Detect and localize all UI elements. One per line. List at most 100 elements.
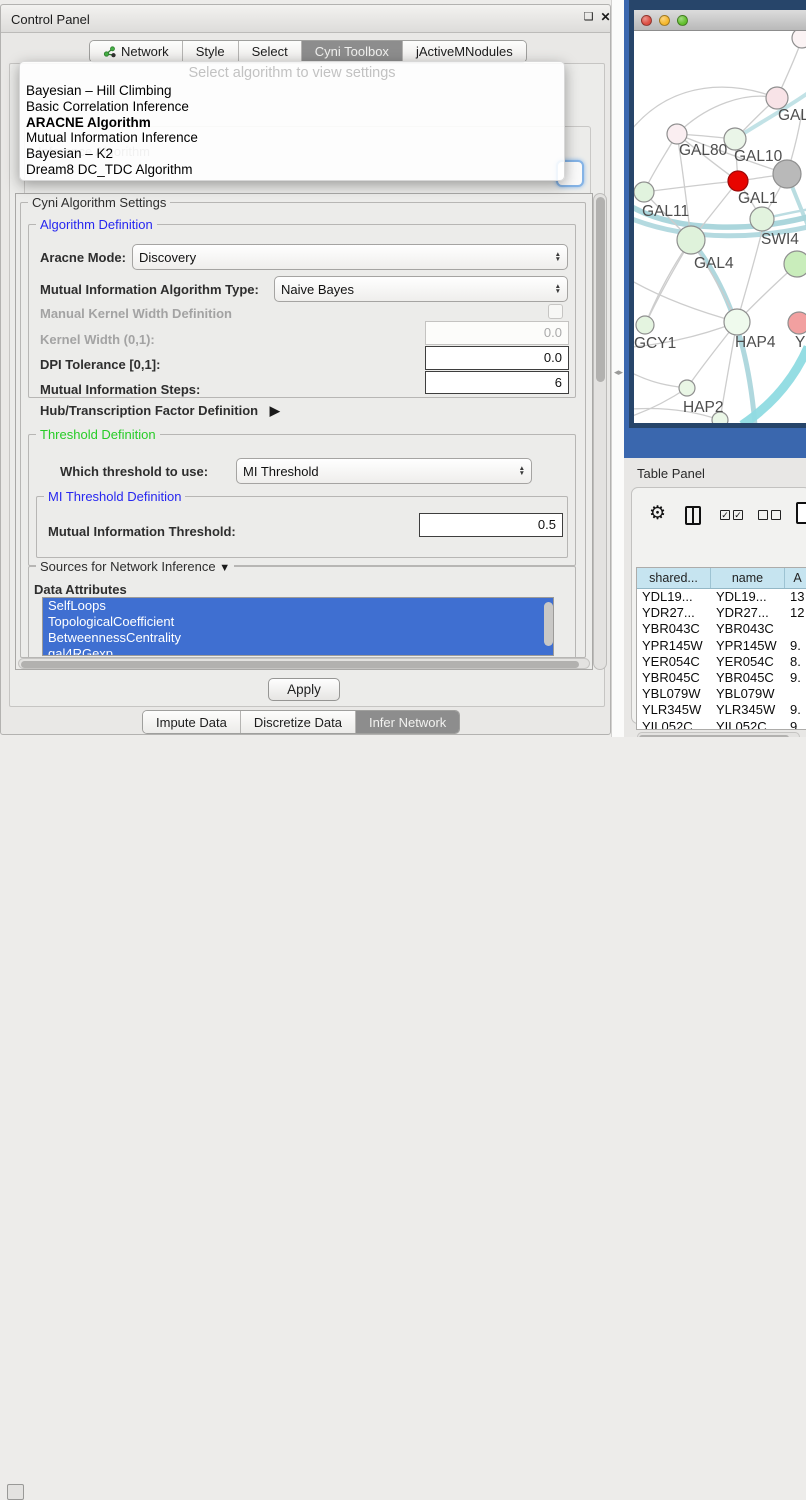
table-header-row[interactable]: shared...nameA: [637, 568, 806, 589]
table-row[interactable]: YDR27...YDR27...12: [637, 605, 806, 621]
minimized-window-icon[interactable]: [7, 1484, 24, 1500]
tab-jactivemnodules[interactable]: jActiveMNodules: [403, 41, 526, 62]
column-header-3[interactable]: A: [785, 568, 806, 588]
attribute-list-item[interactable]: SelfLoops: [43, 598, 553, 614]
column-header-2[interactable]: name: [711, 568, 785, 588]
cyni-algorithm-settings-title: Cyni Algorithm Settings: [28, 195, 170, 210]
network-node-gal10[interactable]: [724, 128, 746, 150]
table-cell: YDL19...: [711, 589, 785, 605]
attribute-list-item[interactable]: gal4RGexp: [43, 646, 553, 656]
network-node-swi4[interactable]: [750, 207, 774, 231]
table-row[interactable]: YBR043CYBR043C: [637, 621, 806, 637]
mi-steps-input[interactable]: 6: [425, 371, 569, 394]
checked-checkbox-icon[interactable]: ✓: [733, 510, 743, 520]
combo-arrows-icon: ▲▼: [555, 252, 561, 263]
node-label: SWI4: [761, 231, 799, 248]
dropdown-item[interactable]: ARACNE Algorithm: [20, 115, 564, 131]
table-panel-title: Table Panel: [637, 466, 705, 481]
aracne-mode-combobox[interactable]: Discovery ▲▼: [132, 244, 568, 270]
expand-right-icon[interactable]: ▶: [270, 403, 280, 419]
attribute-list-item[interactable]: TopologicalCoefficient: [43, 614, 553, 630]
tab-discretize-data[interactable]: Discretize Data: [241, 711, 356, 733]
column-layout-icon[interactable]: [685, 506, 701, 525]
data-attributes-label: Data Attributes: [34, 582, 127, 597]
aracne-mode-label: Aracne Mode:: [40, 250, 126, 265]
table-row[interactable]: YBR045CYBR045C9.: [637, 670, 806, 686]
control-panel-tabbar: NetworkStyleSelectCyni ToolboxjActiveMNo…: [89, 40, 527, 63]
tab-label: Discretize Data: [254, 715, 342, 730]
apply-button[interactable]: Apply: [268, 678, 340, 701]
settings-vscroll-track[interactable]: [593, 193, 607, 670]
table-row[interactable]: YBL079WYBL079W: [637, 686, 806, 702]
node-label: GAL1: [738, 190, 778, 207]
tab-select[interactable]: Select: [239, 41, 302, 62]
tab-cyni-toolbox[interactable]: Cyni Toolbox: [302, 41, 403, 62]
network-node-gcy1[interactable]: [636, 316, 654, 334]
document-icon[interactable]: [796, 502, 806, 524]
network-node[interactable]: [792, 31, 806, 48]
hub-definition-label[interactable]: Hub/Transcription Factor Definition ▶: [40, 403, 280, 419]
network-node-y[interactable]: [788, 312, 806, 334]
network-node-hap2[interactable]: [679, 380, 695, 396]
tab-style[interactable]: Style: [183, 41, 239, 62]
mi-threshold-input[interactable]: 0.5: [419, 513, 563, 537]
manual-kernel-width-checkbox[interactable]: [548, 304, 563, 319]
dropdown-item[interactable]: Mutual Information Inference: [20, 130, 564, 146]
table-row[interactable]: YER054CYER054C8.: [637, 654, 806, 670]
dropdown-item[interactable]: Dream8 DC_TDC Algorithm: [20, 162, 564, 178]
bottom-strip: [0, 737, 806, 762]
network-node-gal[interactable]: [766, 87, 788, 109]
tab-label: Impute Data: [156, 715, 227, 730]
dropdown-item[interactable]: Basic Correlation Inference: [20, 99, 564, 115]
zoom-traffic-light-icon[interactable]: [677, 15, 688, 26]
minimize-traffic-light-icon[interactable]: [659, 15, 670, 26]
gear-icon[interactable]: ⚙: [649, 504, 666, 523]
dpi-tolerance-input[interactable]: 0.0: [425, 346, 569, 370]
checked-checkbox-icon[interactable]: ✓: [720, 510, 730, 520]
dpi-tolerance-label: DPI Tolerance [0,1]:: [40, 357, 160, 372]
dropdown-item[interactable]: Bayesian – K2: [20, 146, 564, 162]
table-cell: YBR043C: [637, 621, 711, 637]
unchecked-checkbox-icon[interactable]: [758, 510, 768, 520]
node-table[interactable]: shared...nameA YDL19...YDL19...13YDR27..…: [636, 567, 806, 730]
network-node-gal80[interactable]: [667, 124, 687, 144]
dropdown-item[interactable]: Bayesian – Hill Climbing: [20, 83, 564, 99]
network-node-hap4[interactable]: [724, 309, 750, 335]
kernel-width-input[interactable]: 0.0: [425, 321, 569, 345]
data-attributes-list[interactable]: SelfLoopsTopologicalCoefficientBetweenne…: [42, 597, 554, 656]
network-node-gal4[interactable]: [677, 226, 705, 254]
attributes-list-scrollbar[interactable]: [544, 602, 553, 646]
column-header-1[interactable]: shared...: [637, 568, 711, 588]
table-row[interactable]: YIL052CYIL052C9: [637, 719, 806, 731]
table-rows[interactable]: YDL19...YDL19...13YDR27...YDR27...12YBR0…: [637, 589, 806, 730]
settings-hscroll-thumb[interactable]: [21, 661, 579, 668]
collapse-down-icon[interactable]: ▼: [219, 562, 230, 574]
settings-hscroll-track[interactable]: [18, 658, 590, 669]
network-node-gal1[interactable]: [728, 171, 748, 191]
table-row[interactable]: YPR145WYPR145W9.: [637, 638, 806, 654]
aracne-mode-value: Discovery: [139, 250, 555, 265]
network-node[interactable]: [784, 251, 806, 277]
table-row[interactable]: YLR345WYLR345W9.: [637, 702, 806, 718]
unchecked-checkbox-icon[interactable]: [771, 510, 781, 520]
sources-group-title[interactable]: Sources for Network Inference ▼: [36, 559, 234, 574]
bottom-tabbar: Impute Data Discretize Data Infer Network: [142, 710, 460, 734]
network-window-titlebar[interactable]: [634, 10, 806, 31]
attribute-list-item[interactable]: BetweennessCentrality: [43, 630, 553, 646]
algorithm-dropdown-list: Bayesian – Hill ClimbingBasic Correlatio…: [20, 83, 564, 178]
settings-vscroll-thumb[interactable]: [596, 197, 605, 382]
float-window-icon[interactable]: ❑: [581, 10, 596, 25]
table-row[interactable]: YDL19...YDL19...13: [637, 589, 806, 605]
network-canvas[interactable]: GALGAL80GAL10GAL1GAL11SWI4GAL4GCY1HAP4YH…: [634, 31, 806, 423]
mi-algorithm-type-combobox[interactable]: Naive Bayes ▲▼: [274, 276, 568, 302]
tab-network[interactable]: Network: [90, 41, 183, 62]
which-threshold-combobox[interactable]: MI Threshold ▲▼: [236, 458, 532, 484]
tab-infer-network[interactable]: Infer Network: [356, 711, 459, 733]
tab-impute-data[interactable]: Impute Data: [143, 711, 241, 733]
kernel-width-label: Kernel Width (0,1):: [40, 332, 155, 347]
close-traffic-light-icon[interactable]: [641, 15, 652, 26]
network-node-gal11[interactable]: [634, 182, 654, 202]
divider-grip-icon[interactable]: ◂▸: [614, 367, 623, 378]
algorithm-dropdown-popup: Select algorithm to view settings Bayesi…: [19, 61, 565, 181]
mi-algorithm-type-value: Naive Bayes: [281, 282, 555, 297]
